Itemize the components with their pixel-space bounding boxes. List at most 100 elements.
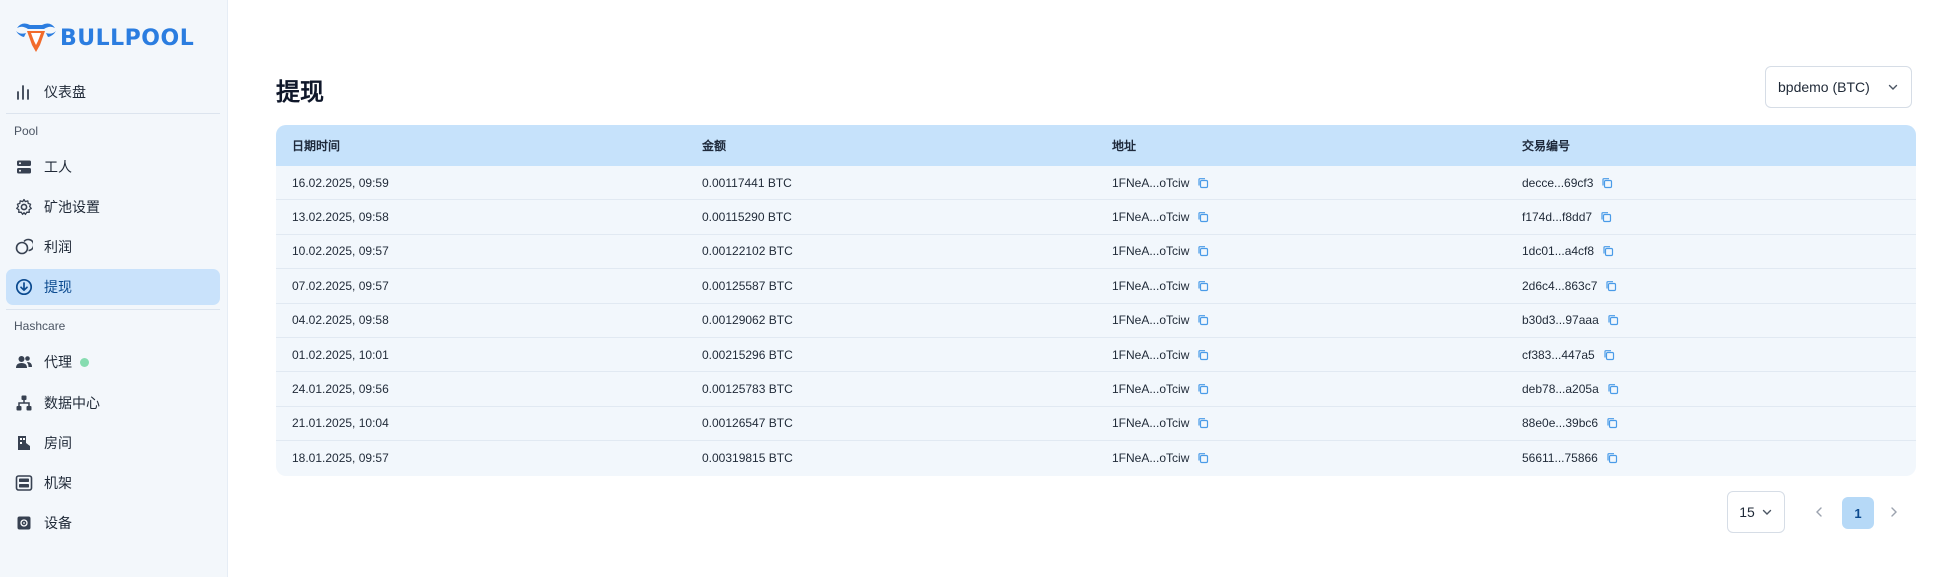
chevron-down-icon xyxy=(1888,84,1898,90)
address-text: 1FNeA...oTciw xyxy=(1112,244,1190,259)
cell-datetime: 01.02.2025, 10:01 xyxy=(276,348,686,362)
cell-address: 1FNeA...oTciw xyxy=(1096,176,1506,190)
copy-address-icon[interactable] xyxy=(1197,349,1209,361)
sidebar-item-workers[interactable]: 工人 xyxy=(6,149,220,185)
datetime-text: 18.01.2025, 09:57 xyxy=(292,451,389,466)
chevron-left-icon xyxy=(1816,507,1822,517)
sidebar-item-label: 工人 xyxy=(44,159,72,175)
cell-address: 1FNeA...oTciw xyxy=(1096,382,1506,396)
copy-txid-icon[interactable] xyxy=(1600,211,1612,223)
sidebar-item-rooms[interactable]: 房间 xyxy=(6,425,220,461)
address-text: 1FNeA...oTciw xyxy=(1112,313,1190,328)
table-row: 21.01.2025, 10:04 0.00126547 BTC 1FNeA...o… xyxy=(276,407,1916,442)
sidebar-item-datacenter[interactable]: 数据中心 xyxy=(6,385,220,421)
page-size-value: 15 xyxy=(1739,504,1755,520)
sidebar-item-pool-settings[interactable]: 矿池设置 xyxy=(6,189,220,225)
column-header-amount[interactable]: 金额 xyxy=(686,137,1096,154)
table-row: 10.02.2025, 09:57 0.00122102 BTC 1FNeA...o… xyxy=(276,235,1916,270)
copy-address-icon[interactable] xyxy=(1197,314,1209,326)
cell-txid: f174d...f8dd7 xyxy=(1506,210,1916,224)
chevron-right-icon xyxy=(1891,507,1897,517)
column-header-datetime[interactable]: 日期时间 xyxy=(276,137,686,154)
column-header-address[interactable]: 地址 xyxy=(1096,137,1506,154)
cell-datetime: 04.02.2025, 09:58 xyxy=(276,313,686,327)
withdrawals-table: 日期时间 金额 地址 交易编号 16.02.2025, 09:59 0.00117… xyxy=(276,125,1916,476)
table-row: 16.02.2025, 09:59 0.00117441 BTC 1FNeA...o… xyxy=(276,166,1916,201)
sidebar-item-profit[interactable]: 利润 xyxy=(6,229,220,265)
cell-datetime: 13.02.2025, 09:58 xyxy=(276,210,686,224)
copy-address-icon[interactable] xyxy=(1197,177,1209,189)
table-header: 日期时间 金额 地址 交易编号 xyxy=(276,125,1916,166)
copy-txid-icon[interactable] xyxy=(1602,245,1614,257)
table-row: 18.01.2025, 09:57 0.00319815 BTC 1FNeA...o… xyxy=(276,441,1916,475)
sidebar-item-label: 利润 xyxy=(44,239,72,255)
account-select[interactable]: bpdemo (BTC) xyxy=(1765,66,1912,108)
sidebar-item-devices[interactable]: 设备 xyxy=(6,505,220,541)
bar-chart-icon xyxy=(14,82,34,102)
address-text: 1FNeA...oTciw xyxy=(1112,416,1190,431)
cell-amount: 0.00122102 BTC xyxy=(686,244,1096,258)
cell-txid: 88e0e...39bc6 xyxy=(1506,416,1916,430)
copy-txid-icon[interactable] xyxy=(1607,383,1619,395)
column-header-txid[interactable]: 交易编号 xyxy=(1506,137,1916,154)
copy-txid-icon[interactable] xyxy=(1603,349,1615,361)
txid-text: cf383...447a5 xyxy=(1522,347,1595,362)
cell-amount: 0.00126547 BTC xyxy=(686,416,1096,430)
datetime-text: 10.02.2025, 09:57 xyxy=(292,244,389,259)
address-text: 1FNeA...oTciw xyxy=(1112,278,1190,293)
table-row: 01.02.2025, 10:01 0.00215296 BTC 1FNeA...o… xyxy=(276,338,1916,373)
sidebar-item-label: 提现 xyxy=(44,279,72,295)
cell-address: 1FNeA...oTciw xyxy=(1096,451,1506,465)
amount-text: 0.00319815 BTC xyxy=(702,451,793,466)
sidebar-item-label: 仪表盘 xyxy=(44,84,86,100)
cell-amount: 0.00319815 BTC xyxy=(686,451,1096,465)
amount-text: 0.00117441 BTC xyxy=(702,175,792,190)
amount-text: 0.00215296 BTC xyxy=(702,347,793,362)
brand-name: BULLPOOL xyxy=(60,25,195,51)
cell-amount: 0.00215296 BTC xyxy=(686,348,1096,362)
sidebar-item-dashboard[interactable]: 仪表盘 xyxy=(6,74,220,110)
address-text: 1FNeA...oTciw xyxy=(1112,175,1190,190)
sidebar-item-racks[interactable]: 机架 xyxy=(6,465,220,501)
datetime-text: 13.02.2025, 09:58 xyxy=(292,210,389,225)
copy-address-icon[interactable] xyxy=(1197,211,1209,223)
copy-txid-icon[interactable] xyxy=(1607,314,1619,326)
cell-amount: 0.00117441 BTC xyxy=(686,176,1096,190)
sidebar-item-proxy[interactable]: 代理 xyxy=(6,344,220,380)
copy-txid-icon[interactable] xyxy=(1605,280,1617,292)
txid-text: f174d...f8dd7 xyxy=(1522,210,1593,225)
coins-icon xyxy=(14,237,34,257)
sidebar-item-label: 设备 xyxy=(44,515,72,531)
sidebar-item-withdrawals[interactable]: 提现 xyxy=(6,269,220,305)
room-icon xyxy=(14,433,34,453)
copy-address-icon[interactable] xyxy=(1197,452,1209,464)
section-label-hashcare: Hashcare xyxy=(14,319,66,333)
copy-txid-icon[interactable] xyxy=(1606,452,1618,464)
copy-txid-icon[interactable] xyxy=(1601,177,1613,189)
copy-txid-icon[interactable] xyxy=(1606,417,1618,429)
txid-text: decce...69cf3 xyxy=(1522,175,1594,190)
page-size-select[interactable]: 15 xyxy=(1727,491,1785,533)
hierarchy-icon xyxy=(14,393,34,413)
cell-datetime: 10.02.2025, 09:57 xyxy=(276,244,686,258)
sidebar-divider xyxy=(6,113,220,114)
datetime-text: 04.02.2025, 09:58 xyxy=(292,313,389,328)
address-text: 1FNeA...oTciw xyxy=(1112,210,1190,225)
sidebar-item-label: 房间 xyxy=(44,435,72,451)
device-icon xyxy=(14,513,34,533)
copy-address-icon[interactable] xyxy=(1197,280,1209,292)
brand-logo[interactable]: BULLPOOL xyxy=(14,18,194,58)
pagination-prev-button[interactable] xyxy=(1812,504,1826,520)
table-row: 24.01.2025, 09:56 0.00125783 BTC 1FNeA...o… xyxy=(276,372,1916,407)
status-online-dot xyxy=(80,357,89,367)
sidebar-item-label: 数据中心 xyxy=(44,395,100,411)
address-text: 1FNeA...oTciw xyxy=(1112,382,1190,397)
amount-text: 0.00125783 BTC xyxy=(702,382,793,397)
sidebar-item-label: 矿池设置 xyxy=(44,199,100,215)
copy-address-icon[interactable] xyxy=(1197,245,1209,257)
section-label-pool: Pool xyxy=(14,124,39,138)
pagination-page-1[interactable]: 1 xyxy=(1842,497,1874,529)
pagination-next-button[interactable] xyxy=(1887,504,1901,520)
copy-address-icon[interactable] xyxy=(1197,417,1209,429)
copy-address-icon[interactable] xyxy=(1197,383,1209,395)
